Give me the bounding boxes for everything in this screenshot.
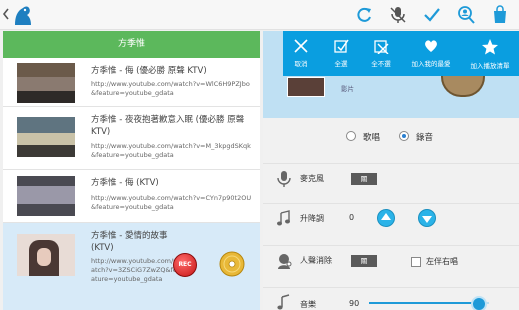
arrow-down-icon <box>422 216 432 223</box>
deselect-all-label: 全不選 <box>371 60 391 68</box>
vocal-person-icon <box>278 254 292 269</box>
cancel-button-label: 取消 <box>294 60 308 68</box>
add-favorite-button[interactable]: 加入我的最愛 <box>403 31 459 76</box>
select-all-icon <box>334 39 349 53</box>
refresh-icon[interactable] <box>354 5 374 25</box>
mic-toggle[interactable]: 關 <box>351 173 377 185</box>
add-playlist-button[interactable]: 加入播放清單 <box>461 31 519 76</box>
app-logo-icon[interactable] <box>11 3 35 27</box>
search-user-icon[interactable] <box>456 5 476 25</box>
video-thumbnail <box>17 117 75 157</box>
pitch-down-button[interactable] <box>418 209 436 227</box>
mic-label: 麥克風 <box>300 174 324 183</box>
vocal-removal-row: 人聲消除 關 左伴右唱 <box>263 245 519 276</box>
radio-sing-label: 歌唱 <box>363 133 381 143</box>
pitch-up-button[interactable] <box>377 209 395 227</box>
video-title: 方季惟 - 愛情的故事 (KTV) <box>91 231 168 253</box>
add-favorite-label: 加入我的最愛 <box>411 60 451 68</box>
cd-disc-large[interactable] <box>441 75 485 97</box>
video-url: http://www.youtube.com/watch?v=WlC6H9PZJ… <box>91 80 250 97</box>
deselect-all-icon <box>374 40 389 54</box>
video-thumbnail <box>17 176 75 216</box>
star-icon <box>482 39 498 55</box>
deselect-all-button[interactable]: 全不選 <box>363 31 399 76</box>
back-chevron-icon[interactable] <box>2 7 10 21</box>
list-header-artist: 方季惟 <box>3 31 260 58</box>
now-playing-caption: 影片 <box>341 85 354 93</box>
music-volume-row: 音樂 90 <box>263 287 519 310</box>
music-value: 90 <box>349 299 360 308</box>
record-button[interactable]: REC <box>173 253 197 277</box>
select-all-label: 全選 <box>334 60 348 68</box>
video-list-item[interactable]: 方季惟 - 夜夜抱著歉意入眠 (優必勝 原聲KTV) http://www.yo… <box>3 107 260 170</box>
shopping-bag-icon[interactable] <box>490 5 510 25</box>
vocal-removal-label: 人聲消除 <box>300 256 332 265</box>
pitch-value: 0 <box>349 213 355 222</box>
mic-setting-row: 麥克風 關 <box>263 163 519 194</box>
left-accompany-label: 左伴右唱 <box>426 257 458 266</box>
arrow-up-icon <box>381 213 391 220</box>
video-title: 方季惟 - 侮 (KTV) <box>91 178 159 188</box>
music-label: 音樂 <box>300 300 316 309</box>
music-volume-slider-track[interactable] <box>369 296 489 310</box>
now-playing-thumbnail[interactable] <box>287 77 325 97</box>
video-thumbnail <box>17 63 75 103</box>
radio-sing[interactable] <box>346 131 356 141</box>
music-volume-slider-thumb[interactable] <box>471 296 487 310</box>
select-all-button[interactable]: 全選 <box>323 31 359 76</box>
close-icon <box>294 39 308 53</box>
mic-off-icon[interactable] <box>388 5 408 25</box>
video-list-item[interactable]: 方季惟 - 侮 (優必勝 原聲 KTV) http://www.youtube.… <box>3 58 260 107</box>
music-note-icon <box>277 210 290 226</box>
heart-icon <box>425 40 437 52</box>
selection-action-bar: 取消 全選 全不選 加入我的最愛 加入播放清單 <box>283 31 519 76</box>
video-list-item[interactable]: 方季惟 - 侮 (KTV) http://www.youtube.com/wat… <box>3 170 260 223</box>
video-thumbnail <box>17 234 75 276</box>
music-note-icon <box>277 294 290 310</box>
add-playlist-label: 加入播放清單 <box>470 62 510 70</box>
player-settings-panel: 影片 取消 全選 全不選 加入我的最愛 加入播放清單 歌唱 錄音 麥克風 關 升… <box>263 31 519 310</box>
cancel-button[interactable]: 取消 <box>283 31 319 76</box>
pitch-setting-row: 升降調 0 <box>263 203 519 234</box>
radio-record[interactable] <box>399 131 409 141</box>
check-icon[interactable] <box>422 5 442 25</box>
video-list-panel: 方季惟 方季惟 - 侮 (優必勝 原聲 KTV) http://www.yout… <box>3 31 260 310</box>
music-volume-slider-fill <box>369 302 477 304</box>
cd-disc-icon[interactable] <box>219 251 245 277</box>
video-title: 方季惟 - 夜夜抱著歉意入眠 (優必勝 原聲KTV) <box>91 115 245 137</box>
video-title: 方季惟 - 侮 (優必勝 原聲 KTV) <box>91 66 207 76</box>
video-url: http://www.youtube.com/watch?v=CYn7p90t2… <box>91 194 252 211</box>
top-toolbar <box>0 0 519 30</box>
video-list-item-selected[interactable]: 方季惟 - 愛情的故事 (KTV) http://www.youtube.com… <box>3 223 260 310</box>
microphone-icon <box>277 171 291 187</box>
video-url: http://www.youtube.com/watch?v=3ZSCiG7Zw… <box>91 257 179 283</box>
vocal-removal-toggle[interactable]: 關 <box>351 255 377 267</box>
radio-record-label: 錄音 <box>416 133 434 143</box>
video-url: http://www.youtube.com/watch?v=M_3kpgdSK… <box>91 142 251 159</box>
mode-selector: 歌唱 錄音 <box>263 127 519 147</box>
pitch-label: 升降調 <box>300 214 324 223</box>
left-accompany-checkbox[interactable] <box>411 257 421 267</box>
